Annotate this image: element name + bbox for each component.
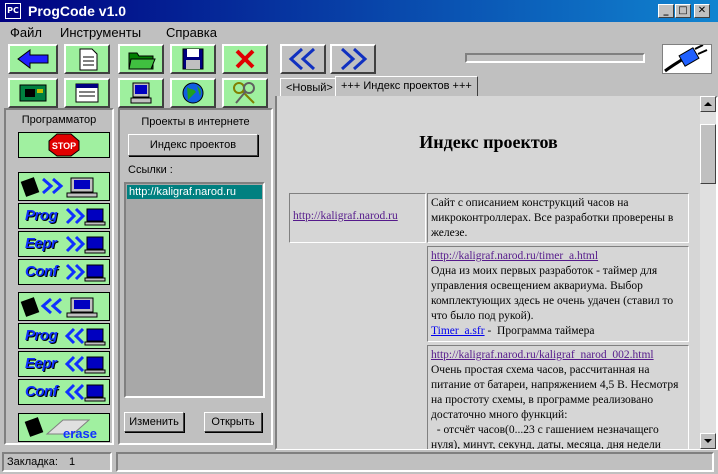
table-row-2-cell: http://kaligraf.narod.ru/timer_a.html Од…: [427, 246, 689, 342]
bookmark-label: Закладка:: [7, 456, 58, 468]
read-all-button[interactable]: [18, 172, 110, 201]
scroll-up-button[interactable]: [700, 96, 716, 112]
triangle-up-icon: [704, 102, 712, 106]
row-2-description: Одна из моих первых разработок - таймер …: [431, 265, 674, 322]
internet-button[interactable]: [170, 78, 216, 108]
stop-sign-icon: STOP: [48, 133, 80, 157]
triangle-down-icon: [704, 439, 712, 443]
edit-button[interactable]: Изменить: [124, 412, 184, 432]
scroll-thumb[interactable]: [700, 124, 716, 184]
links-list[interactable]: http://kaligraf.narod.ru: [124, 182, 265, 398]
open-folder-button[interactable]: [118, 44, 164, 74]
cable-plug-icon: [664, 44, 708, 73]
tab-new[interactable]: <Новый>: [280, 78, 339, 98]
internet-projects-title: Проекты в интернете: [141, 116, 250, 128]
menu-tools[interactable]: Инструменты: [60, 25, 141, 40]
status-message: [116, 452, 714, 472]
vertical-scrollbar[interactable]: [700, 96, 716, 449]
pc-to-chip-icon: [20, 297, 98, 318]
back-button[interactable]: [8, 44, 58, 74]
title-bar: PC ProgCode v1.0 _ □ ✕: [0, 0, 718, 22]
scroll-down-button[interactable]: [700, 433, 716, 449]
svg-text:STOP: STOP: [52, 141, 76, 151]
menu-bar: Файл Инструменты Справка: [0, 22, 718, 42]
arrow-to-pc-icon: [65, 263, 106, 282]
read-config-button[interactable]: Conf: [18, 259, 110, 285]
menu-file[interactable]: Файл: [10, 25, 42, 40]
floppy-icon: [182, 48, 204, 70]
double-chevron-right-icon: [340, 47, 368, 71]
row-3-description: Очень простая схема часов, рассчитанная …: [431, 364, 679, 421]
open-button[interactable]: Открыть: [204, 412, 262, 432]
write-all-button[interactable]: [18, 292, 110, 321]
erase-button[interactable]: erase: [18, 413, 110, 442]
write-eeprom-button[interactable]: Eepr: [18, 351, 110, 377]
row-1-description: Сайт с описанием конструкций часов на ми…: [431, 197, 674, 239]
browser-content: Индекс проектов http://kaligraf.narod.ru…: [277, 96, 700, 449]
row-3-item-1: - отсчёт часов(0...23 с гашением незнача…: [431, 424, 659, 436]
maximize-button[interactable]: □: [675, 4, 691, 18]
table-row-1-link-cell: http://kaligraf.narod.ru: [289, 193, 426, 243]
window-title: ProgCode v1.0: [28, 3, 127, 19]
site-link[interactable]: http://kaligraf.narod.ru: [293, 210, 398, 222]
previous-page-button[interactable]: [280, 44, 326, 74]
security-button[interactable]: [222, 78, 268, 108]
links-label: Ссылки :: [128, 164, 173, 176]
red-x-icon: [235, 49, 255, 69]
timer-link[interactable]: http://kaligraf.narod.ru/timer_a.html: [431, 249, 685, 264]
save-button[interactable]: [170, 44, 216, 74]
programmer-title: Программатор: [21, 114, 97, 126]
arrow-from-pc-icon: [64, 383, 106, 402]
arrow-left-icon: [17, 49, 49, 69]
document-icon: [79, 48, 98, 71]
bookmark-status: Закладка: 1: [2, 452, 112, 472]
erase-label: erase: [63, 426, 97, 441]
programmer-panel: Программатор STOP Prog Eepr Conf Prog Ee…: [4, 108, 114, 445]
read-eeprom-button[interactable]: Eepr: [18, 231, 110, 257]
minimize-button[interactable]: _: [658, 4, 674, 18]
document-title: Индекс проектов: [419, 132, 558, 152]
globe-icon: [182, 82, 204, 104]
computer-icon: [130, 82, 152, 104]
window-panel-button[interactable]: [64, 78, 110, 108]
tab-project-index[interactable]: +++ Индекс проектов +++: [335, 76, 478, 98]
double-chevron-left-icon: [288, 47, 316, 71]
timer-file-description: - Программа таймера: [484, 325, 595, 337]
progress-bar: [465, 53, 645, 63]
keys-icon: [233, 82, 255, 104]
arrow-to-pc-icon: [65, 235, 106, 254]
bookmark-value: 1: [68, 456, 76, 468]
next-page-button[interactable]: [330, 44, 376, 74]
link-item[interactable]: http://kaligraf.narod.ru: [127, 185, 262, 199]
window-icon: [75, 83, 99, 103]
clock-link[interactable]: http://kaligraf.narod.ru/kaligraf_narod_…: [431, 348, 685, 363]
write-prog-button[interactable]: Prog: [18, 323, 110, 349]
chip-board-icon: [19, 84, 47, 102]
project-index-button[interactable]: Индекс проектов: [128, 134, 258, 156]
arrow-from-pc-icon: [64, 355, 106, 374]
table-row-1-desc-cell: Сайт с описанием конструкций часов на ми…: [427, 193, 689, 243]
write-config-button[interactable]: Conf: [18, 379, 110, 405]
programmer-panel-button[interactable]: [8, 78, 58, 108]
status-bar: Закладка: 1: [0, 450, 718, 474]
row-3-item-2: нуля), минут, секунд, даты, месяца, дня …: [431, 439, 661, 449]
new-document-button[interactable]: [64, 44, 110, 74]
stop-button[interactable]: STOP: [18, 132, 110, 158]
timer-file-link[interactable]: Timer_a.sfr: [431, 325, 485, 337]
menu-help[interactable]: Справка: [166, 25, 217, 40]
arrow-to-pc-icon: [65, 207, 106, 226]
table-row-3-cell: http://kaligraf.narod.ru/kaligraf_narod_…: [427, 345, 689, 449]
delete-button[interactable]: [222, 44, 268, 74]
internet-projects-panel: Проекты в интернете Индекс проектов Ссыл…: [118, 108, 273, 445]
arrow-from-pc-icon: [64, 327, 106, 346]
chip-to-pc-icon: [20, 177, 98, 198]
read-prog-button[interactable]: Prog: [18, 203, 110, 229]
connection-button[interactable]: [662, 44, 712, 74]
app-icon: PC: [5, 3, 21, 19]
computer-button[interactable]: [118, 78, 164, 108]
close-button[interactable]: ✕: [694, 4, 710, 18]
folder-icon: [128, 52, 156, 70]
